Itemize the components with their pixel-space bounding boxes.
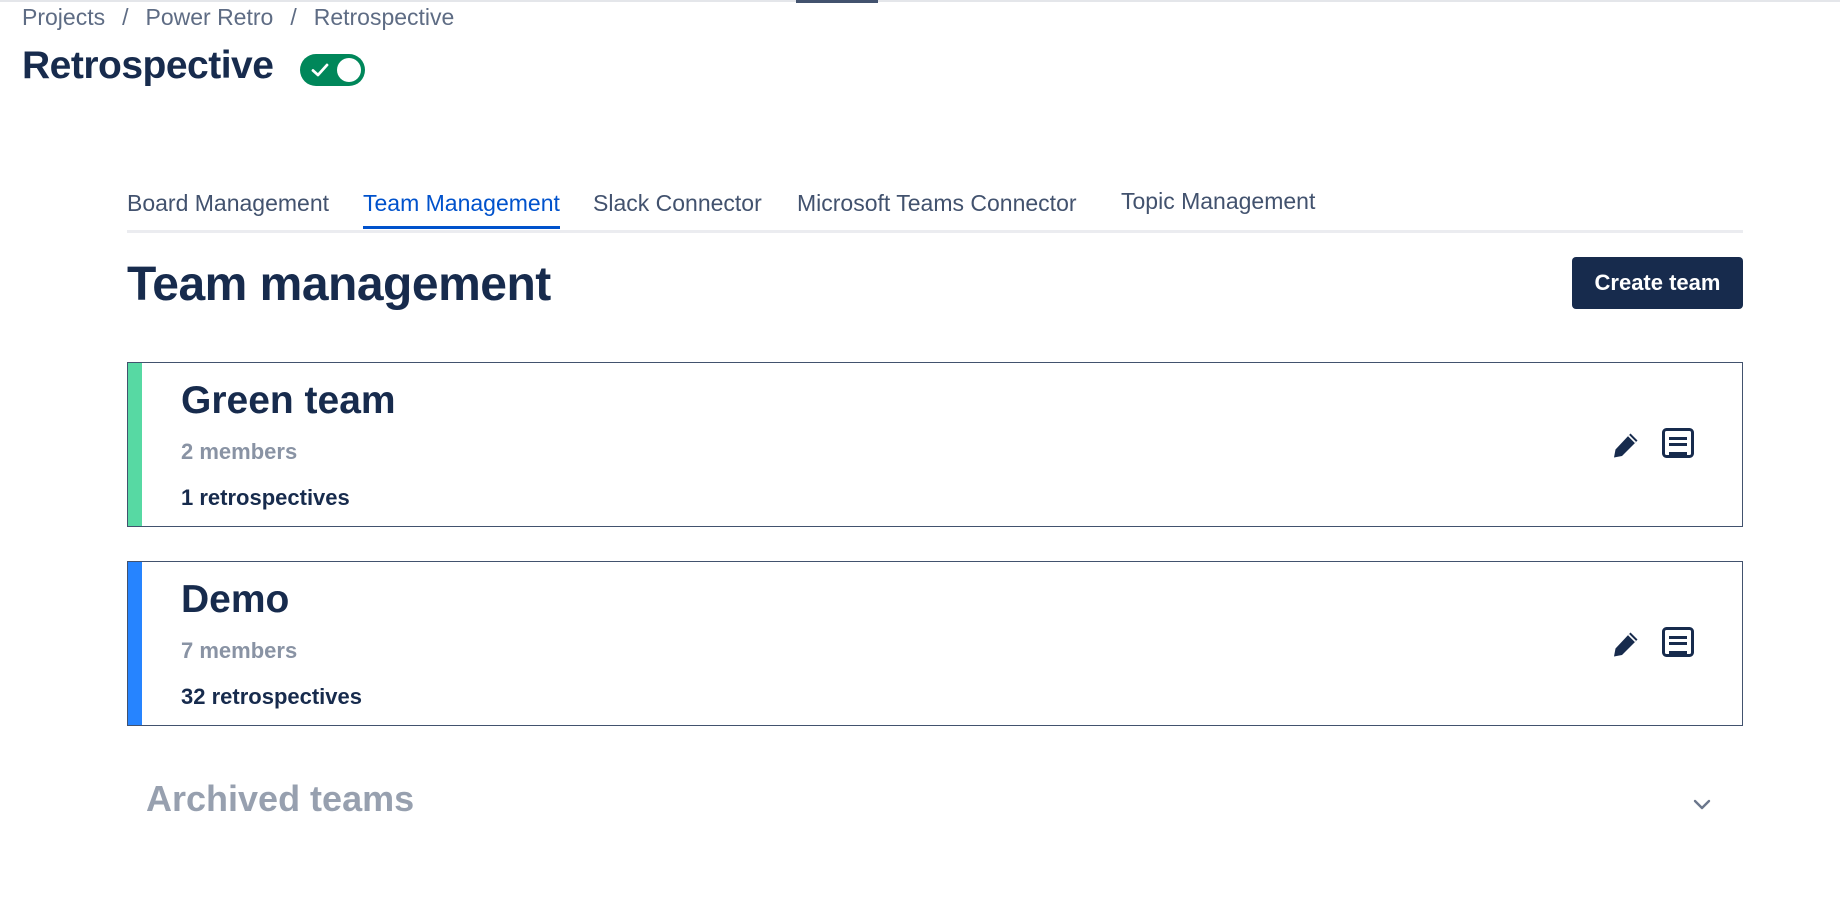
notes-icon[interactable] xyxy=(1661,626,1695,660)
team-retrospectives-count: 1 retrospectives xyxy=(181,485,350,510)
breadcrumb-power-retro[interactable]: Power Retro xyxy=(145,4,273,31)
section-title: Team management xyxy=(127,258,551,311)
tab-board-management[interactable]: Board Management xyxy=(127,190,329,226)
pencil-icon[interactable] xyxy=(1610,628,1642,660)
breadcrumb-projects[interactable]: Projects xyxy=(22,4,105,31)
top-border xyxy=(0,0,1840,2)
toggle-knob xyxy=(337,58,361,82)
create-team-button[interactable]: Create team xyxy=(1572,257,1743,309)
pencil-icon[interactable] xyxy=(1610,429,1642,461)
enable-toggle[interactable] xyxy=(300,54,365,86)
breadcrumb: Projects / Power Retro / Retrospective xyxy=(22,4,454,31)
tab-microsoft-teams-connector[interactable]: Microsoft Teams Connector xyxy=(797,190,1077,226)
team-card-green-team[interactable]: Green team 2 members 1 retrospectives xyxy=(127,362,1743,527)
team-color-stripe xyxy=(128,363,142,526)
team-card-demo[interactable]: Demo 7 members 32 retrospectives xyxy=(127,561,1743,726)
notes-icon[interactable] xyxy=(1661,427,1695,461)
team-name: Green team xyxy=(181,379,396,422)
page-title: Retrospective xyxy=(22,44,274,87)
tab-bar: Board Management Team Management Slack C… xyxy=(127,188,1743,233)
checkmark-icon xyxy=(311,63,329,77)
breadcrumb-separator: / xyxy=(290,4,297,30)
breadcrumb-separator: / xyxy=(122,4,129,30)
tab-topic-management[interactable]: Topic Management xyxy=(1121,188,1315,224)
team-retrospectives-count: 32 retrospectives xyxy=(181,684,362,709)
team-name: Demo xyxy=(181,578,290,621)
tab-team-management[interactable]: Team Management xyxy=(363,190,560,229)
top-indicator xyxy=(796,0,878,3)
chevron-down-icon[interactable] xyxy=(1690,792,1714,816)
tab-slack-connector[interactable]: Slack Connector xyxy=(593,190,762,226)
team-members-count: 2 members xyxy=(181,439,298,464)
archived-teams-heading[interactable]: Archived teams xyxy=(146,778,414,820)
team-color-stripe xyxy=(128,562,142,725)
team-members-count: 7 members xyxy=(181,638,298,663)
breadcrumb-retrospective[interactable]: Retrospective xyxy=(314,4,455,31)
